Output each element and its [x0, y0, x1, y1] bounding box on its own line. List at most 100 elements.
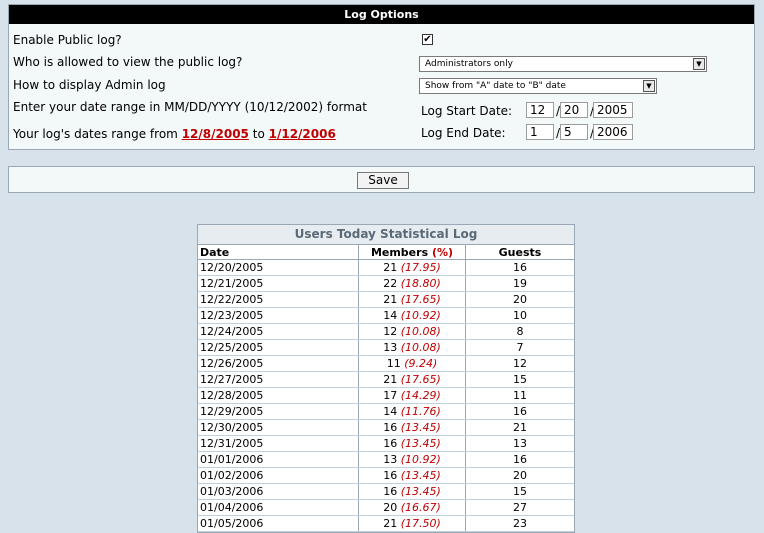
row-members-count: 21 — [383, 517, 398, 530]
col-members-pct: (%) — [431, 245, 454, 259]
row-members-count: 22 — [383, 277, 398, 290]
row-members-pct: (13.45) — [400, 437, 441, 450]
table-row: 12/30/2005 16 (13.45) 21 — [198, 419, 574, 436]
row-members: 13 (10.08) — [358, 339, 466, 356]
row-members-pct: (10.92) — [400, 453, 441, 466]
row-guests: 16 — [465, 451, 574, 468]
row-date: 12/26/2005 — [198, 355, 359, 372]
row-date: 01/03/2006 — [198, 483, 359, 500]
who-allowed-label: Who is allowed to view the public log? — [13, 55, 243, 69]
row-members-count: 17 — [383, 389, 398, 402]
display-admin-value: Show from "A" date to "B" date — [425, 81, 566, 91]
table-header-row: Date Members (%) Guests — [198, 245, 574, 260]
row-date: 12/31/2005 — [198, 435, 359, 452]
row-guests: 15 — [465, 371, 574, 388]
row-guests: 16 — [465, 259, 574, 276]
row-guests: 11 — [465, 387, 574, 404]
row-guests: 20 — [465, 467, 574, 484]
row-members-count: 21 — [383, 373, 398, 386]
table-row: 12/22/2005 21 (17.65) 20 — [198, 291, 574, 308]
row-members-count: 16 — [383, 437, 398, 450]
display-admin-select[interactable]: Show from "A" date to "B" date ▼ — [419, 78, 657, 94]
who-allowed-value: Administrators only — [425, 59, 513, 69]
row-members-pct: (18.80) — [400, 277, 441, 290]
table-row: 01/04/2006 20 (16.67) 27 — [198, 499, 574, 516]
start-day-input[interactable]: 20 — [560, 102, 588, 118]
row-members: 12 (10.08) — [358, 323, 466, 340]
row-members-count: 14 — [383, 405, 398, 418]
table-row: 12/20/2005 21 (17.95) 16 — [198, 259, 574, 276]
row-members-count: 11 — [386, 357, 401, 370]
row-date: 01/04/2006 — [198, 499, 359, 516]
row-members: 21 (17.65) — [358, 291, 466, 308]
table-row: 12/29/2005 14 (11.76) 16 — [198, 403, 574, 420]
chevron-down-icon: ▼ — [693, 58, 705, 70]
row-members-pct: (13.45) — [400, 485, 441, 498]
row-date: 12/28/2005 — [198, 387, 359, 404]
panel-title: Log Options — [9, 5, 754, 24]
row-members: 11 (9.24) — [358, 355, 466, 372]
enable-public-checkbox[interactable]: ✔ — [422, 34, 433, 45]
stats-body: 12/20/2005 21 (17.95) 16 12/21/2005 22 (18.8… — [198, 259, 574, 532]
row-members-count: 13 — [383, 341, 398, 354]
row-guests: 27 — [465, 499, 574, 516]
stats-title: Users Today Statistical Log — [198, 225, 574, 245]
table-row: 01/03/2006 16 (13.45) 15 — [198, 483, 574, 500]
row-members-pct: (10.08) — [400, 341, 441, 354]
row-date: 12/22/2005 — [198, 291, 359, 308]
row-date: 12/21/2005 — [198, 275, 359, 292]
row-members-count: 16 — [383, 469, 398, 482]
row-guests: 10 — [465, 307, 574, 324]
who-allowed-select[interactable]: Administrators only ▼ — [419, 56, 707, 72]
row-date: 12/29/2005 — [198, 403, 359, 420]
table-row: 12/25/2005 13 (10.08) 7 — [198, 339, 574, 356]
row-date: 12/25/2005 — [198, 339, 359, 356]
col-date-header: Date — [198, 245, 359, 260]
row-guests: 8 — [465, 323, 574, 340]
row-members-pct: (17.65) — [400, 293, 441, 306]
row-members-pct: (9.24) — [404, 357, 438, 370]
row-guests: 23 — [465, 515, 574, 532]
row-members-pct: (17.65) — [400, 373, 441, 386]
row-members-pct: (16.67) — [400, 501, 441, 514]
range-end-link[interactable]: 1/12/2006 — [269, 127, 336, 141]
date-format-label: Enter your date range in MM/DD/YYYY (10/… — [13, 100, 367, 114]
row-members: 21 (17.95) — [358, 259, 466, 276]
row-members: 14 (10.92) — [358, 307, 466, 324]
row-members: 21 (17.65) — [358, 371, 466, 388]
start-month-input[interactable]: 12 — [526, 102, 554, 118]
row-members: 17 (14.29) — [358, 387, 466, 404]
row-members-pct: (11.76) — [400, 405, 441, 418]
row-guests: 20 — [465, 291, 574, 308]
row-members: 20 (16.67) — [358, 499, 466, 516]
table-row: 12/31/2005 16 (13.45) 13 — [198, 435, 574, 452]
row-guests: 21 — [465, 419, 574, 436]
log-options-panel: Log Options Enable Public log? ✔ Who is … — [8, 4, 755, 150]
row-members-count: 16 — [383, 421, 398, 434]
table-row: 12/23/2005 14 (10.92) 10 — [198, 307, 574, 324]
display-admin-label: How to display Admin log — [13, 78, 166, 92]
date-range-text: Your log's dates range from 12/8/2005 to… — [13, 127, 336, 141]
range-prefix: Your log's dates range from — [13, 127, 178, 141]
table-row: 12/21/2005 22 (18.80) 19 — [198, 275, 574, 292]
row-guests: 15 — [465, 483, 574, 500]
end-day-input[interactable]: 5 — [560, 124, 588, 140]
row-members: 16 (13.45) — [358, 435, 466, 452]
users-stats-table: Users Today Statistical Log Date Members… — [197, 224, 575, 533]
end-year-input[interactable]: 2006 — [593, 124, 633, 140]
row-guests: 12 — [465, 355, 574, 372]
range-start-link[interactable]: 12/8/2005 — [182, 127, 249, 141]
row-members-count: 16 — [383, 485, 398, 498]
chevron-down-icon: ▼ — [643, 80, 655, 92]
row-members: 13 (10.92) — [358, 451, 466, 468]
start-year-input[interactable]: 2005 — [593, 102, 633, 118]
end-month-input[interactable]: 1 — [526, 124, 554, 140]
table-row: 01/01/2006 13 (10.92) 16 — [198, 451, 574, 468]
save-button[interactable]: Save — [357, 172, 409, 189]
row-guests: 16 — [465, 403, 574, 420]
row-date: 12/27/2005 — [198, 371, 359, 388]
row-date: 12/23/2005 — [198, 307, 359, 324]
end-date-label: Log End Date: — [421, 126, 506, 140]
stats-grid: Date Members (%) Guests 12/20/2005 21 (17… — [198, 245, 574, 532]
table-row: 12/24/2005 12 (10.08) 8 — [198, 323, 574, 340]
